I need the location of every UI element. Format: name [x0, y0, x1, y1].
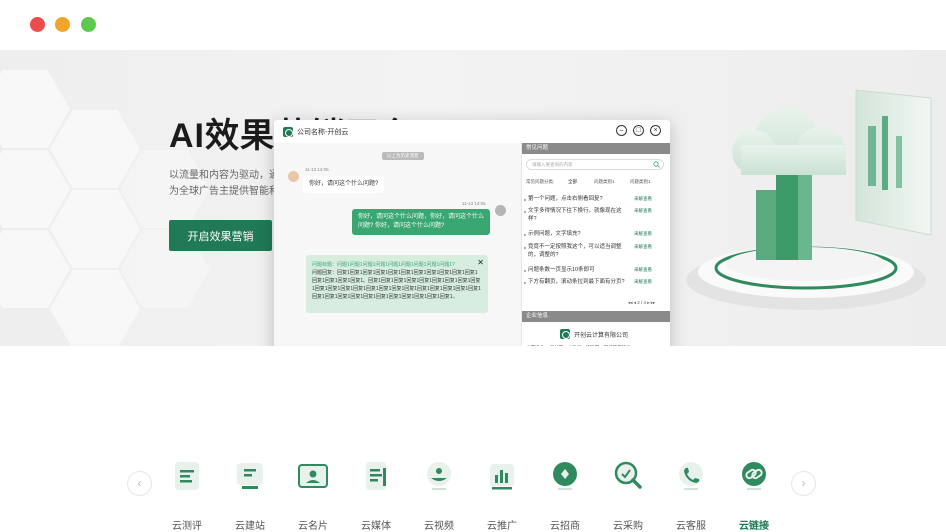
faq-search-input[interactable]: 请输入要查询的内容 [526, 159, 664, 170]
link-icon [742, 462, 766, 490]
minimize-dot[interactable] [55, 17, 70, 32]
promotion-chart-icon [490, 464, 514, 490]
company-section-title: 企业信息 [522, 311, 670, 322]
nav-label: 云视频 [424, 521, 454, 532]
nav-item-cloud-review[interactable]: 云测评 [157, 458, 217, 532]
faq-question[interactable]: 问题条数一页显示10条即可 [528, 266, 628, 274]
company-name: 开创云计算有限公司 [574, 332, 629, 339]
nav-item-site-builder[interactable]: 云建站 [220, 458, 280, 532]
faq-card-answer: 问题回复：回复1回复1回复1回复1回复1回复1回复1回复1回复1回复1回复1回复… [312, 270, 481, 300]
close-icon[interactable]: × [650, 125, 661, 136]
hero-subtitle-line1: 以流量和内容为驱动，通过 [169, 170, 289, 181]
nav-item-purchase[interactable]: 云采购 [598, 458, 658, 532]
faq-question[interactable]: 文字多得情况下往下换行，就像现在这样? [528, 207, 628, 223]
card-close-icon[interactable]: ✕ [477, 259, 484, 267]
nav-item-video[interactable]: 云视频 [409, 458, 469, 532]
popup-title: 公司名称-开创云 [297, 128, 349, 136]
hero-subtitle-line2: 为全球广告主提供智能和精 [169, 186, 289, 197]
cloud-illustration-icon [686, 89, 932, 310]
review-doc-icon [175, 462, 199, 490]
search-icon[interactable] [653, 161, 660, 168]
category-1[interactable]: 问题类别1 [594, 179, 615, 185]
faq-view-link[interactable]: 采解查看 [634, 244, 652, 250]
nav-item-cloud-link[interactable]: 云链接 [724, 458, 784, 532]
nav-label: 云建站 [235, 521, 265, 532]
message-time: 11-13 14:05 [462, 201, 486, 206]
user-avatar [288, 171, 299, 182]
nav-label: 云链接 [739, 521, 769, 532]
business-card-icon [298, 464, 328, 488]
faq-view-link[interactable]: 采解查看 [634, 231, 652, 237]
maximize-dot[interactable] [81, 17, 96, 32]
nav-label: 云名片 [298, 521, 328, 532]
faq-view-link[interactable]: 采解查看 [634, 279, 652, 285]
company-logo-icon [560, 329, 570, 339]
minimize-icon[interactable]: – [616, 125, 627, 136]
company-logo-icon [283, 126, 293, 137]
nav-label: 云客服 [676, 521, 706, 532]
nav-label: 云媒体 [361, 521, 391, 532]
message-bubble-right: 你好，请问这个什么问题，你好，请问这个什么问题? 你好，请问这个什么问题? [352, 209, 490, 235]
nav-prev-button[interactable]: ‹ [127, 471, 152, 496]
faq-question[interactable]: 第一个问题，点击右侧看回复? [528, 195, 628, 203]
message-time: 11-13 14:05 [305, 167, 329, 172]
faq-view-link[interactable]: 采解查看 [634, 267, 652, 273]
media-doc-icon [366, 462, 386, 490]
nav-next-button[interactable]: › [791, 471, 816, 496]
customer-service-icon [679, 462, 703, 490]
nav-label: 云招商 [550, 521, 580, 532]
agent-avatar [495, 205, 506, 216]
faq-view-link[interactable]: 采解查看 [634, 196, 652, 202]
faq-question[interactable]: 竟竟不一定按照我这个，可以适当调整的，调整的? [528, 243, 628, 259]
faq-section-title: 常见问题 [522, 143, 670, 154]
investment-icon [553, 462, 577, 490]
faq-pager[interactable]: ◂◂ ◂ 2 / 4 ▸ ▸▸ [628, 300, 655, 306]
category-all[interactable]: 全部 [568, 179, 577, 185]
maximize-icon[interactable]: □ [633, 125, 644, 136]
nav-item-promotion[interactable]: 云推广 [472, 458, 532, 532]
faq-answer-card: 问题标题：问题1问题1问题1问题1问题1问题1问题1问题1问题1? 问题回复：回… [306, 255, 488, 313]
nav-label: 云推广 [487, 521, 517, 532]
company-name-row: 开创云计算有限公司 [560, 329, 628, 339]
nav-item-investment[interactable]: 云招商 [535, 458, 595, 532]
faq-view-link[interactable]: 采解查看 [634, 208, 652, 214]
faq-card-question: 问题标题：问题1问题1问题1问题1问题1问题1问题1问题1问题1? [312, 262, 455, 268]
message-bubble-left: 你好，请问这个什么问题? [303, 176, 385, 193]
popup-header: 公司名称-开创云 [274, 120, 670, 143]
close-dot[interactable] [30, 17, 45, 32]
nav-label: 云测评 [172, 521, 202, 532]
category-label: 常见问题分类: [526, 179, 555, 184]
nav-item-customer-service[interactable]: 云客服 [661, 458, 721, 532]
video-icon [427, 462, 451, 490]
purchase-search-icon [614, 461, 642, 489]
faq-question[interactable]: 下方有翻页，滚动条拉到最下面有分页? [528, 278, 628, 286]
site-builder-icon [237, 463, 263, 489]
nav-label: 云采购 [613, 521, 643, 532]
window-chrome [0, 0, 946, 50]
start-marketing-button[interactable]: 开启效果营销 [169, 220, 272, 251]
history-note: 以上为历史消息 [382, 152, 424, 160]
nav-item-media[interactable]: 云媒体 [346, 458, 406, 532]
category-2[interactable]: 问题类别1 [630, 179, 651, 185]
nav-item-business-card[interactable]: 云名片 [283, 458, 343, 532]
faq-question[interactable]: 示例问题，文字填充? [528, 230, 628, 238]
